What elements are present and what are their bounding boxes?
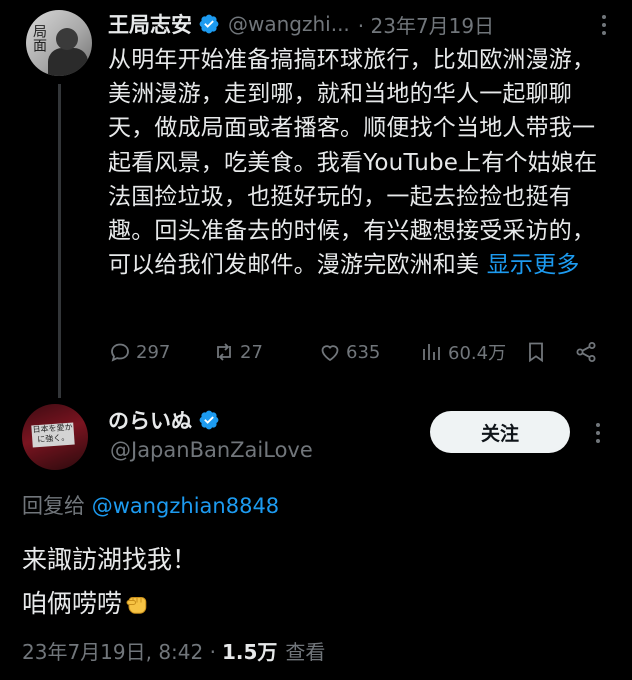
verified-badge-icon	[199, 14, 219, 34]
more-options-icon[interactable]	[592, 12, 616, 39]
fist-emoji-icon	[126, 597, 147, 614]
tweet2-timestamp[interactable]: 23年7月19日, 8:42 ·	[22, 636, 216, 665]
tweet2-line2: 咱俩唠唠	[22, 589, 123, 618]
bookmark-icon	[529, 342, 543, 363]
tweet2-header: のらいぬ	[108, 404, 220, 436]
retweet-icon	[217, 343, 231, 361]
tweet1-author-handle[interactable]: @wangzhi...	[228, 12, 350, 36]
avatar-noraine[interactable]: 日本を愛かに強く。	[22, 404, 88, 470]
tweet2-view-count: 1.5万	[221, 640, 278, 664]
reply-count: 297	[136, 341, 171, 363]
avatar-wangzhian[interactable]: 局面	[26, 10, 92, 76]
verified-badge-icon	[199, 410, 219, 430]
tweet2-views-label: 查看	[285, 640, 326, 664]
tweet2-author-handle[interactable]: @JapanBanZaiLove	[110, 438, 313, 462]
reply-button[interactable]: 297	[108, 334, 170, 370]
tweet1-text-content: 从明年开始准备搞搞环球旅行，比如欧洲漫游，美洲漫游，走到哪，就和当地的华人一起聊…	[108, 47, 598, 279]
bookmark-button[interactable]	[524, 334, 548, 370]
tweet1-author-name[interactable]: 王局志安	[108, 9, 192, 39]
reply-to-line: 回复给 @wangzhian8848	[22, 490, 279, 520]
reply-to-prefix: 回复给	[22, 494, 92, 518]
avatar-figure-body	[48, 48, 88, 76]
share-icon	[576, 342, 596, 362]
views-icon	[423, 344, 440, 360]
tweet1-action-bar: 297 27 635 60.4万	[108, 334, 608, 370]
tweet2-text: 来諏訪湖找我！ 咱俩唠唠	[22, 538, 197, 626]
reply-to-mention[interactable]: @wangzhian8848	[92, 494, 279, 518]
like-button[interactable]: 635	[318, 334, 380, 370]
tweet2-line2-wrap: 咱俩唠唠	[22, 582, 197, 626]
avatar-figure-head	[56, 28, 78, 50]
tweet-detail-page: 局面 王局志安 @wangzhi... · 23年7月19日 从明年开始准备搞搞…	[0, 0, 632, 680]
tweet2-author-name[interactable]: のらいぬ	[108, 405, 192, 435]
tweet2-line1: 来諏訪湖找我！	[22, 545, 198, 574]
avatar-sign: 日本を愛かに強く。	[31, 422, 75, 448]
more-options-icon[interactable]	[586, 420, 610, 447]
reply-icon	[111, 343, 129, 362]
retweet-count: 27	[240, 341, 263, 363]
view-count: 60.4万	[448, 343, 507, 364]
views-button[interactable]: 60.4万	[420, 334, 506, 370]
avatar-calligraphy: 局面	[31, 24, 47, 52]
like-icon	[321, 345, 339, 362]
follow-button[interactable]: 关注	[430, 411, 570, 453]
thread-line	[58, 84, 61, 398]
like-count: 635	[346, 341, 381, 363]
show-more-link[interactable]: 显示更多	[487, 252, 580, 278]
tweet1-header: 王局志安 @wangzhi... · 23年7月19日	[108, 6, 494, 42]
share-button[interactable]	[574, 334, 598, 370]
tweet1-date[interactable]: · 23年7月19日	[358, 10, 494, 39]
tweet1-text: 从明年开始准备搞搞环球旅行，比如欧洲漫游，美洲漫游，走到哪，就和当地的华人一起聊…	[108, 43, 608, 282]
retweet-button[interactable]: 27	[212, 334, 263, 370]
tweet2-meta: 23年7月19日, 8:42 · 1.5万 查看	[22, 636, 325, 665]
